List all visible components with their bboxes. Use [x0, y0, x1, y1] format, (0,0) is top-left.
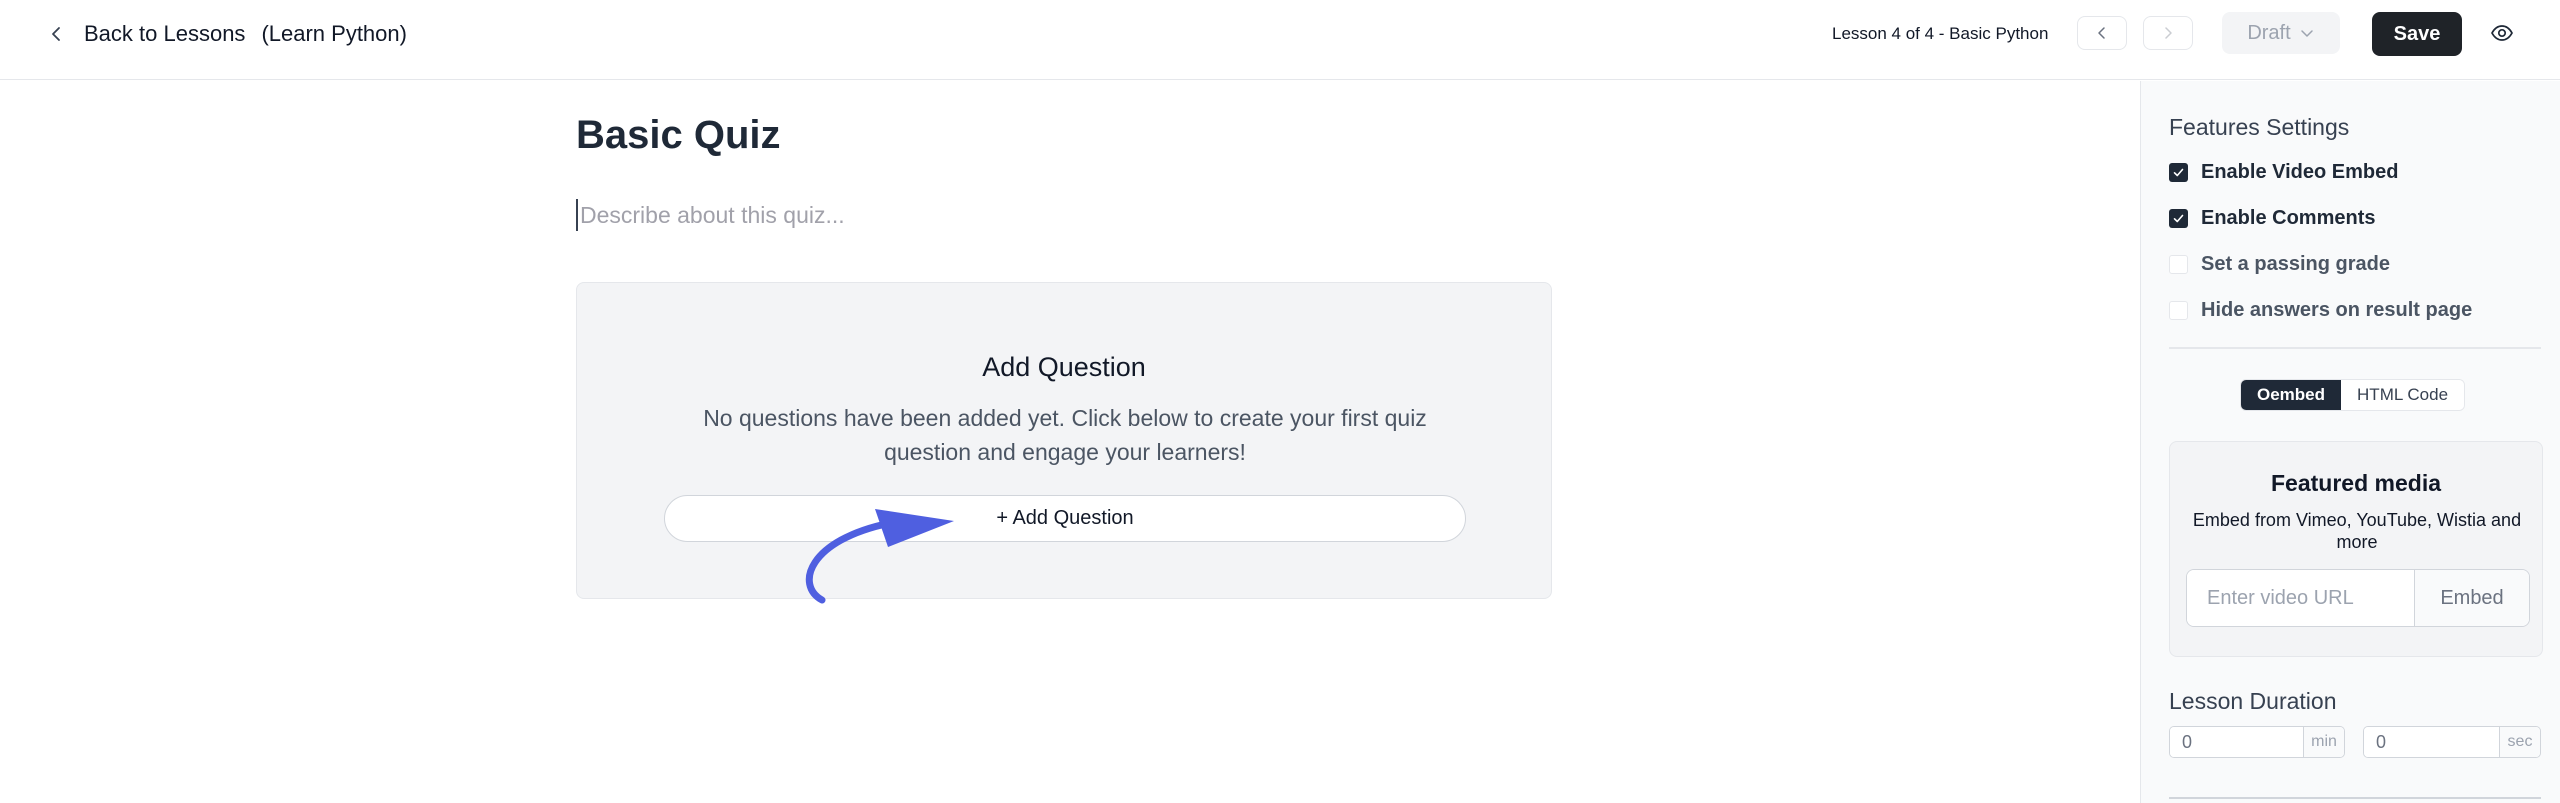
tab-oembed[interactable]: Oembed — [2241, 380, 2342, 410]
empty-state-message: No questions have been added yet. Click … — [703, 405, 1427, 465]
eye-icon[interactable] — [2490, 21, 2514, 45]
divider — [2169, 347, 2541, 349]
feature-passing-grade[interactable]: Set a passing grade — [2169, 253, 2390, 276]
checkbox-checked[interactable] — [2169, 163, 2188, 182]
top-bar: Back to Lessons (Learn Python) Lesson 4 … — [0, 0, 2560, 80]
back-label: Back to Lessons — [84, 21, 246, 46]
chevron-left-icon — [2098, 27, 2105, 39]
status-label: Draft — [2247, 21, 2291, 44]
embed-mode-tabs: Oembed HTML Code — [2240, 379, 2466, 411]
feature-label: Set a passing grade — [2201, 253, 2390, 275]
previous-lesson-button[interactable] — [2077, 16, 2127, 50]
duration-minutes-input[interactable] — [2170, 727, 2304, 757]
divider — [2169, 797, 2541, 799]
duration-minutes-group: min — [2169, 726, 2345, 758]
lesson-duration-heading: Lesson Duration — [2169, 688, 2337, 714]
add-question-button[interactable]: + Add Question — [664, 495, 1466, 542]
status-dropdown[interactable]: Draft — [2222, 12, 2340, 54]
chevron-right-icon — [2165, 27, 2172, 39]
features-heading: Features Settings — [2169, 114, 2350, 140]
lesson-position: Lesson 4 of 4 - Basic Python — [1832, 24, 2049, 43]
add-question-panel: Add Question No questions have been adde… — [576, 282, 1552, 599]
feature-label: Enable Comments — [2201, 207, 2376, 229]
featured-media-subtext: Embed from Vimeo, YouTube, Wistia and mo… — [2192, 510, 2522, 552]
tab-html-code[interactable]: HTML Code — [2341, 380, 2465, 410]
checkbox-unchecked[interactable] — [2169, 255, 2188, 274]
video-url-input[interactable] — [2187, 570, 2415, 626]
feature-label: Enable Video Embed — [2201, 161, 2399, 183]
next-lesson-button[interactable] — [2143, 16, 2193, 50]
feature-label: Hide answers on result page — [2201, 299, 2473, 321]
feature-enable-comments[interactable]: Enable Comments — [2169, 207, 2375, 230]
save-button[interactable]: Save — [2372, 12, 2462, 56]
checkbox-checked[interactable] — [2169, 209, 2188, 228]
chevron-left-icon — [52, 27, 60, 41]
back-to-lessons-link[interactable]: Back to Lessons (Learn Python) — [46, 17, 407, 51]
checkbox-unchecked[interactable] — [2169, 301, 2188, 320]
feature-hide-answers[interactable]: Hide answers on result page — [2169, 299, 2472, 322]
settings-sidebar: Features Settings Enable Video Embed Ena… — [2140, 81, 2560, 803]
course-name: (Learn Python) — [261, 21, 407, 46]
duration-seconds-input[interactable] — [2364, 727, 2500, 757]
duration-seconds-group: sec — [2363, 726, 2541, 758]
minutes-unit: min — [2304, 727, 2344, 757]
quiz-title[interactable]: Basic Quiz — [576, 113, 781, 158]
feature-enable-video-embed[interactable]: Enable Video Embed — [2169, 161, 2398, 184]
video-url-group: Embed — [2186, 569, 2530, 627]
chevron-down-icon — [2300, 30, 2313, 37]
quiz-description-input[interactable] — [576, 199, 1276, 231]
check-icon — [2173, 168, 2184, 177]
seconds-unit: sec — [2500, 727, 2540, 757]
embed-button[interactable]: Embed — [2415, 570, 2529, 626]
featured-media-card: Featured media Embed from Vimeo, YouTube… — [2169, 441, 2543, 657]
add-question-heading: Add Question — [982, 352, 1146, 382]
check-icon — [2173, 214, 2184, 223]
featured-media-heading: Featured media — [2271, 470, 2441, 496]
pointer-arrow-icon — [805, 509, 954, 604]
